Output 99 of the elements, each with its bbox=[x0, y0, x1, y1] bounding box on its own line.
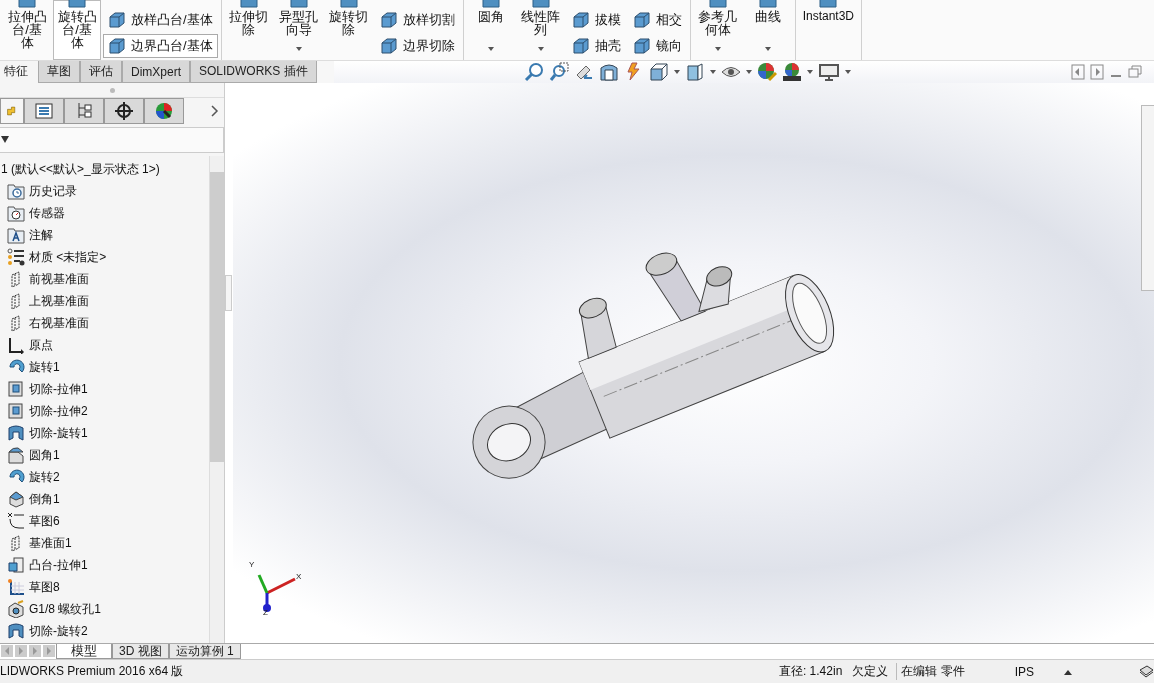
ribbon-button[interactable]: 异型孔向导 bbox=[274, 0, 323, 60]
status-text: 欠定义 bbox=[851, 663, 890, 680]
command-tab[interactable]: 评估 bbox=[80, 61, 122, 83]
feature-icon bbox=[7, 622, 25, 640]
tree-item[interactable]: 注解 bbox=[29, 226, 53, 244]
axis-label: X bbox=[296, 572, 302, 581]
monitor-icon[interactable] bbox=[818, 62, 840, 82]
ribbon-button[interactable]: 抽壳 bbox=[566, 34, 626, 58]
tree-item[interactable]: 切除-旋转2 bbox=[29, 622, 88, 640]
feature-icon bbox=[7, 600, 25, 618]
ribbon-button[interactable]: 放样凸台/基体 bbox=[103, 8, 218, 32]
caret-icon[interactable] bbox=[674, 70, 680, 74]
ribbon-button[interactable]: 线性阵列 bbox=[516, 0, 565, 60]
status-text: 在编辑 零件 bbox=[896, 663, 967, 680]
caret-icon[interactable] bbox=[746, 70, 752, 74]
tree-item[interactable]: 上视基准面 bbox=[29, 292, 89, 310]
model-tab[interactable]: 模型 bbox=[56, 644, 112, 659]
feature-icon bbox=[7, 446, 25, 464]
tree-item[interactable]: 切除-拉伸2 bbox=[29, 402, 88, 420]
chevron-right-icon[interactable] bbox=[210, 104, 220, 118]
folder-icon bbox=[7, 182, 25, 200]
tree-item[interactable]: G1/8 螺纹孔1 bbox=[29, 600, 102, 618]
panel-right-icon[interactable] bbox=[1090, 64, 1104, 80]
command-tab[interactable]: SOLIDWORKS 插件 bbox=[190, 61, 317, 83]
ribbon-button[interactable]: 旋转切除 bbox=[324, 0, 373, 60]
command-tab[interactable]: 草图 bbox=[38, 61, 80, 83]
tree-item[interactable]: 旋转2 bbox=[29, 468, 60, 486]
command-tab[interactable]: DimXpert bbox=[122, 61, 190, 83]
scrollbar[interactable] bbox=[209, 156, 224, 643]
ribbon-button[interactable]: 旋转凸台/基体 bbox=[53, 0, 101, 60]
tree-item[interactable]: 传感器 bbox=[29, 204, 65, 222]
ribbon-button[interactable]: 镜向 bbox=[627, 34, 687, 58]
tree-item[interactable]: 材质 <未指定> bbox=[29, 248, 107, 266]
axes-icon bbox=[7, 336, 25, 354]
panel-left-icon[interactable] bbox=[1071, 64, 1085, 80]
tree-item[interactable]: 前视基准面 bbox=[29, 270, 89, 288]
ribbon-button[interactable]: 边界凸台/基体 bbox=[103, 34, 218, 58]
zoom-icon[interactable] bbox=[524, 62, 544, 82]
caret-icon[interactable] bbox=[807, 70, 813, 74]
ribbon-button[interactable]: 相交 bbox=[627, 8, 687, 32]
sketch-icon bbox=[7, 512, 25, 530]
tree-item[interactable]: 切除-旋转1 bbox=[29, 424, 88, 442]
model-tab[interactable]: 运动算例 1 bbox=[168, 644, 241, 659]
tree-item[interactable]: 1 (默认<<默认>_显示状态 1>) bbox=[0, 160, 160, 178]
color-ball-icon[interactable] bbox=[782, 62, 802, 82]
feature-icon bbox=[7, 556, 25, 574]
ribbon-button[interactable]: 圆角 bbox=[466, 0, 515, 60]
tree-item[interactable]: 历史记录 bbox=[29, 182, 77, 200]
ribbon-button[interactable]: 放样切割 bbox=[374, 8, 460, 32]
feature-icon bbox=[7, 402, 25, 420]
product-name: LIDWORKS Premium 2016 x64 版 bbox=[0, 663, 184, 680]
funnel-icon bbox=[1, 136, 9, 144]
ribbon-button[interactable]: 拔模 bbox=[566, 8, 626, 32]
measure-readout: 直径: 1.42in bbox=[777, 663, 844, 680]
tree-item[interactable]: 右视基准面 bbox=[29, 314, 89, 332]
units-selector[interactable]: IPS bbox=[1012, 664, 1036, 679]
panel-tab[interactable] bbox=[144, 98, 184, 124]
feature-icon bbox=[7, 380, 25, 398]
caret-icon[interactable] bbox=[710, 70, 716, 74]
list-icon bbox=[35, 102, 53, 120]
crosshair-icon bbox=[115, 102, 133, 120]
tree-item[interactable]: 切除-拉伸1 bbox=[29, 380, 88, 398]
hierarchy-icon bbox=[75, 102, 93, 120]
ribbon-button[interactable]: 参考几何体 bbox=[693, 0, 742, 60]
sketch-icon bbox=[7, 578, 25, 596]
tree-item[interactable]: 凸台-拉伸1 bbox=[29, 556, 88, 574]
ribbon-button[interactable]: Instant3D bbox=[798, 0, 858, 60]
graphics-area[interactable]: X Y Z bbox=[233, 83, 1154, 643]
folder-icon bbox=[7, 204, 25, 222]
tree-item[interactable]: 旋转1 bbox=[29, 358, 60, 376]
ribbon-button[interactable]: 拉伸切除 bbox=[224, 0, 273, 60]
caret-icon[interactable] bbox=[845, 70, 851, 74]
panel-tab[interactable] bbox=[104, 98, 144, 124]
model-tab[interactable]: 3D 视图 bbox=[112, 644, 169, 659]
axis-label: Y bbox=[249, 560, 255, 569]
caret-up-icon[interactable] bbox=[1064, 668, 1072, 675]
color-ball-icon[interactable] bbox=[757, 62, 777, 82]
axis-label: Z bbox=[263, 608, 268, 617]
grip-icon[interactable] bbox=[109, 87, 115, 93]
tree-item[interactable]: 草图6 bbox=[29, 512, 60, 530]
ribbon-button[interactable]: 曲线 bbox=[743, 0, 792, 60]
zoom-icon[interactable] bbox=[549, 62, 569, 82]
ribbon-button[interactable]: 边界切除 bbox=[374, 34, 460, 58]
section-view-icon[interactable] bbox=[599, 62, 619, 82]
tree-item[interactable]: 圆角1 bbox=[29, 446, 60, 464]
filter-field[interactable] bbox=[0, 127, 224, 153]
feature-icon bbox=[7, 490, 25, 508]
color-ball-icon bbox=[155, 102, 173, 120]
ribbon-button[interactable]: 拉伸凸台/基体 bbox=[3, 0, 51, 60]
tree-item[interactable]: 倒角1 bbox=[29, 490, 60, 508]
folder-icon bbox=[7, 226, 25, 244]
triad-drawing bbox=[257, 574, 296, 612]
material-icon bbox=[7, 248, 25, 266]
tree-item[interactable]: 基准面1 bbox=[29, 534, 72, 552]
tree-item[interactable]: 草图8 bbox=[29, 578, 60, 596]
tab-navigation-icon[interactable] bbox=[0, 644, 56, 658]
feature-icon bbox=[7, 424, 25, 442]
tree-item[interactable]: 原点 bbox=[29, 336, 53, 354]
splitter-handle[interactable] bbox=[225, 275, 232, 311]
